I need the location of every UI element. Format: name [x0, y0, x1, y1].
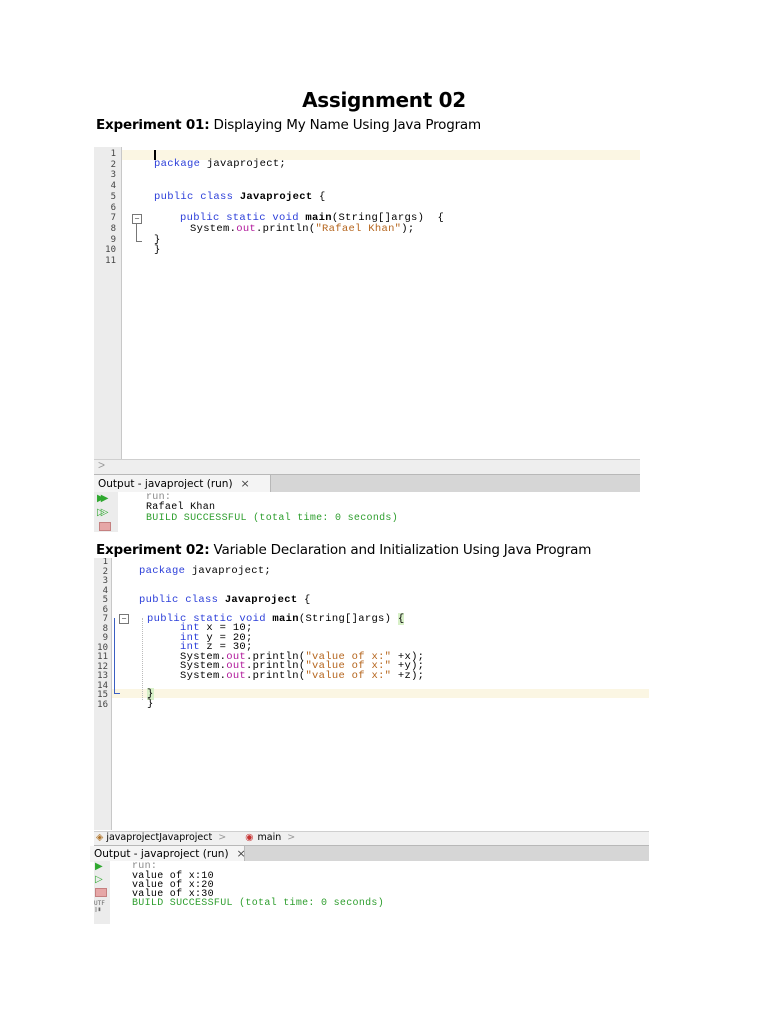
fold-guide — [114, 618, 115, 693]
line-number: 9 — [102, 633, 108, 643]
output-tab-1[interactable]: Output - javaproject (run) × — [94, 475, 271, 492]
line-number: 6 — [102, 604, 108, 615]
line-number: 4 — [110, 181, 116, 192]
output-line: BUILD SUCCESSFUL (total time: 0 seconds) — [132, 897, 385, 909]
stop-icon[interactable] — [99, 522, 111, 531]
output-panel-1: ▶▶ ▷▷ run: Rafael Khan BUILD SUCCESSFUL … — [94, 492, 640, 532]
line-number: 4 — [102, 585, 108, 596]
line-number: 5 — [102, 595, 108, 605]
code-line-2[interactable]: package javaproject; — [154, 158, 286, 170]
code-line-10[interactable]: } — [154, 244, 161, 256]
code-editor-1: 1 2 3 4 5 6 7 8 9 10 11 − package javapr… — [94, 147, 640, 459]
method-icon: ◉ — [245, 832, 254, 843]
rerun-icon[interactable]: ▶ — [95, 862, 102, 872]
breadcrumb-class[interactable]: javaprojectJavaproject — [106, 832, 212, 843]
class-icon: ◈ — [96, 832, 104, 843]
code-line-5[interactable]: public class Javaproject { — [139, 594, 311, 606]
rerun-icon[interactable]: ▶▶ — [97, 494, 109, 504]
editor-status-strip: > — [94, 458, 640, 474]
line-number: 10 — [97, 642, 108, 653]
experiment-2-description: Variable Declaration and Initialization … — [213, 542, 592, 558]
experiment-2-label: Experiment 02: — [96, 542, 210, 558]
fold-guide-end — [136, 241, 142, 242]
chevron-right-icon: > — [287, 832, 296, 843]
fold-toggle-icon[interactable]: − — [132, 214, 142, 224]
rerun-with-args-icon[interactable]: ▷ — [95, 875, 102, 885]
experiment-1-description: Displaying My Name Using Java Program — [213, 117, 482, 133]
code-line-8[interactable]: System.out.println("Rafael Khan"); — [190, 223, 414, 235]
line-number: 2 — [110, 159, 116, 170]
line-number: 12 — [97, 661, 108, 672]
line-number: 8 — [102, 623, 108, 634]
line-number: 5 — [110, 191, 116, 202]
chevron-right-icon[interactable]: > — [98, 458, 105, 472]
fold-toggle-icon[interactable]: − — [119, 614, 129, 624]
line-number: 15 — [97, 690, 108, 700]
line-number: 7 — [102, 614, 108, 624]
line-number: 10 — [105, 245, 116, 256]
code-editor-2: 1 2 3 4 5 6 7 8 9 10 11 12 13 14 15 16 −… — [94, 558, 649, 830]
current-line-highlight — [112, 689, 649, 698]
code-line-16[interactable]: } — [147, 698, 154, 710]
experiment-1-label: Experiment 01: — [96, 117, 210, 133]
line-number: 8 — [110, 223, 116, 234]
rerun-with-args-icon[interactable]: ▷▷ — [97, 508, 109, 518]
indent-guide — [142, 618, 143, 700]
output-line: BUILD SUCCESSFUL (total time: 0 seconds) — [146, 513, 399, 524]
code-line-13[interactable]: System.out.println("value of x:" +z); — [180, 670, 424, 682]
line-number: 11 — [97, 652, 108, 662]
line-number: 7 — [110, 213, 116, 224]
experiment-1-heading: Experiment 01: Displaying My Name Using … — [96, 117, 481, 133]
fold-guide — [136, 224, 137, 241]
close-icon[interactable]: × — [241, 477, 250, 490]
line-number: 1 — [110, 149, 116, 159]
output-tab-label: Output - javaproject (run) — [94, 848, 229, 860]
close-icon[interactable]: × — [237, 847, 246, 860]
line-number: 9 — [110, 234, 116, 245]
line-number: 2 — [102, 566, 108, 577]
breadcrumb: ◈ javaprojectJavaproject > ◉ main > — [94, 831, 649, 846]
settings-icon[interactable]: UTF ▯▮ — [94, 901, 105, 913]
line-number: 14 — [97, 680, 108, 691]
document-title: Assignment 02 — [302, 88, 466, 112]
line-number: 3 — [102, 576, 108, 586]
output-tab-bar-1: Output - javaproject (run) × — [94, 474, 640, 493]
line-number: 13 — [97, 671, 108, 681]
line-number: 3 — [110, 170, 116, 181]
line-number: 11 — [105, 256, 116, 266]
output-line: Rafael Khan — [146, 502, 216, 513]
fold-guide-end — [114, 693, 120, 694]
code-line-5[interactable]: public class Javaproject { — [154, 191, 326, 203]
stop-icon[interactable] — [95, 888, 107, 897]
line-number: 6 — [110, 202, 116, 213]
output-tab-2[interactable]: Output - javaproject (run) × — [90, 846, 246, 862]
output-tab-label: Output - javaproject (run) — [98, 478, 233, 490]
line-number: 16 — [97, 699, 108, 710]
breadcrumb-method[interactable]: main — [258, 832, 282, 843]
chevron-right-icon: > — [218, 832, 227, 843]
code-line-2[interactable]: package javaproject; — [139, 565, 271, 577]
experiment-2-heading: Experiment 02: Variable Declaration and … — [96, 542, 591, 558]
output-panel-2: ▶ ▷ UTF ▯▮ run: value of x:10 value of x:… — [94, 861, 649, 924]
